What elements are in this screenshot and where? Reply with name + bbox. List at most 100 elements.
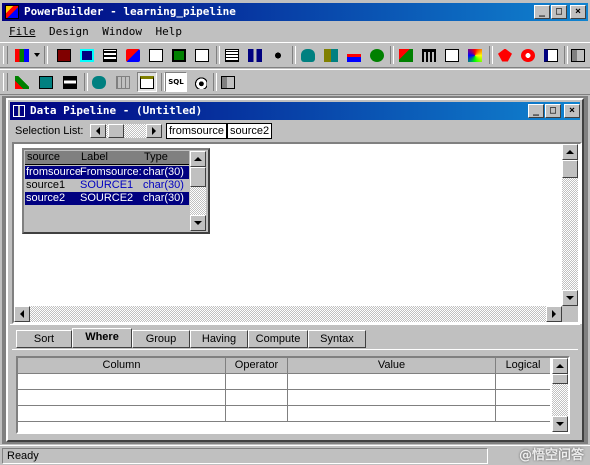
logical-cell[interactable] <box>496 390 550 406</box>
column-cell[interactable] <box>18 374 226 390</box>
powerbuilder-logo-icon[interactable] <box>5 5 19 19</box>
operator-cell[interactable] <box>226 406 288 422</box>
selection-scroll-left-button[interactable] <box>90 124 106 138</box>
scroll-down-button[interactable] <box>190 215 206 231</box>
tab-compute[interactable]: Compute <box>248 330 308 348</box>
painter-dropdown-arrow-icon[interactable] <box>34 53 40 57</box>
logical-cell[interactable] <box>496 374 550 390</box>
new-icon[interactable] <box>36 72 56 92</box>
color-palette-icon[interactable] <box>465 45 485 65</box>
sql-icon[interactable]: SQL <box>165 72 187 92</box>
pipeline-window-icon[interactable] <box>13 105 25 117</box>
toolbar-separator <box>216 46 220 64</box>
table-row[interactable] <box>18 374 550 390</box>
child-close-button[interactable]: × <box>564 104 580 118</box>
datawindow-icon[interactable] <box>123 45 143 65</box>
tab-syntax[interactable]: Syntax <box>308 330 366 348</box>
structure-icon[interactable] <box>146 45 166 65</box>
scroll-thumb[interactable] <box>552 374 568 384</box>
scroll-down-button[interactable] <box>562 290 578 306</box>
column-row[interactable]: source2 SOURCE2 char(30) <box>25 192 189 205</box>
scroll-right-button[interactable] <box>546 306 562 322</box>
debug-icon[interactable] <box>396 45 416 65</box>
operator-cell[interactable] <box>226 374 288 390</box>
header-label: Label <box>81 151 108 163</box>
scroll-left-button[interactable] <box>14 306 30 322</box>
table-box-scrollbar[interactable] <box>190 151 206 231</box>
column-cell[interactable] <box>18 406 226 422</box>
selection-table-source2[interactable]: source2 <box>227 123 273 139</box>
table-row[interactable] <box>18 406 550 422</box>
maximize-button[interactable]: □ <box>551 5 567 19</box>
where-grid-vscrollbar[interactable] <box>552 358 568 432</box>
tab-where[interactable]: Where <box>72 328 132 348</box>
arrow-right-icon <box>552 310 556 318</box>
user-object-icon[interactable] <box>169 45 189 65</box>
file-editor-icon[interactable] <box>442 45 462 65</box>
canvas-hscrollbar[interactable] <box>14 306 562 322</box>
stop-icon[interactable] <box>518 45 538 65</box>
pipeline-icon[interactable] <box>245 45 265 65</box>
toolbar-grip[interactable] <box>3 46 8 64</box>
library-icon[interactable] <box>367 45 387 65</box>
database-icon[interactable] <box>298 45 318 65</box>
scroll-down-button[interactable] <box>552 416 568 432</box>
run-icon[interactable] <box>495 45 515 65</box>
sql-select-icon[interactable] <box>190 72 210 92</box>
exit-icon[interactable] <box>568 45 588 65</box>
watermark-logo: @悟空问答 <box>490 442 588 464</box>
execute-icon[interactable] <box>12 72 32 92</box>
tab-having[interactable]: Having <box>190 330 248 348</box>
data-pipeline-window: Data Pipeline - (Untitled) _ □ × Selecti… <box>6 98 584 442</box>
scroll-thumb[interactable] <box>562 160 578 178</box>
operator-cell[interactable] <box>226 390 288 406</box>
menu-help[interactable]: Help <box>151 23 188 41</box>
window-icon[interactable] <box>77 45 97 65</box>
column-row[interactable]: fromsource Fromsource: char(30) <box>25 166 189 179</box>
database-profile-icon[interactable] <box>321 45 341 65</box>
function-icon[interactable] <box>192 45 212 65</box>
where-grid: Column Operator Value Logical <box>16 356 570 434</box>
toolbar-separator <box>44 46 48 64</box>
menu-file[interactable]: File <box>4 23 41 41</box>
canvas-vscrollbar[interactable] <box>562 144 578 306</box>
menu-design[interactable]: Design <box>44 23 94 41</box>
preview-icon[interactable] <box>541 45 561 65</box>
scroll-thumb[interactable] <box>190 167 206 187</box>
save-icon[interactable] <box>60 72 80 92</box>
application-icon[interactable] <box>54 45 74 65</box>
painter-icon[interactable] <box>12 45 32 65</box>
scroll-up-button[interactable] <box>190 151 206 167</box>
table-icon[interactable] <box>113 72 133 92</box>
selection-scroll-right-button[interactable] <box>146 124 162 138</box>
selection-scroll-thumb[interactable] <box>108 124 124 138</box>
data-manipulation-icon[interactable] <box>344 45 364 65</box>
tab-sort[interactable]: Sort <box>16 330 72 348</box>
scroll-up-button[interactable] <box>552 358 568 374</box>
menu-window[interactable]: Window <box>97 23 147 41</box>
table-box-fromsource[interactable]: source Label Type fromsource Fromsource:… <box>22 148 210 234</box>
table-row[interactable] <box>18 390 550 406</box>
child-minimize-button[interactable]: _ <box>528 104 544 118</box>
tab-group[interactable]: Group <box>132 330 190 348</box>
column-cell[interactable] <box>18 390 226 406</box>
query-icon[interactable] <box>222 45 242 65</box>
selection-table-fromsource[interactable]: fromsource <box>166 123 228 139</box>
minimize-button[interactable]: _ <box>534 5 550 19</box>
scroll-up-button[interactable] <box>562 144 578 160</box>
child-maximize-button[interactable]: □ <box>545 104 561 118</box>
library-list-icon[interactable] <box>419 45 439 65</box>
logical-cell[interactable] <box>496 406 550 422</box>
value-cell[interactable] <box>288 390 496 406</box>
column-row[interactable]: source1 SOURCE1 char(30) <box>25 179 189 192</box>
status-bar: Ready @悟空问答 <box>0 445 590 465</box>
database-blob-icon[interactable] <box>89 72 109 92</box>
close-button[interactable]: × <box>570 5 586 19</box>
paste-icon[interactable] <box>137 72 157 92</box>
menu-icon[interactable] <box>100 45 120 65</box>
value-cell[interactable] <box>288 374 496 390</box>
value-cell[interactable] <box>288 406 496 422</box>
project-icon[interactable] <box>268 45 288 65</box>
toolbar-grip[interactable] <box>3 73 8 91</box>
close-painter-icon[interactable] <box>218 72 238 92</box>
